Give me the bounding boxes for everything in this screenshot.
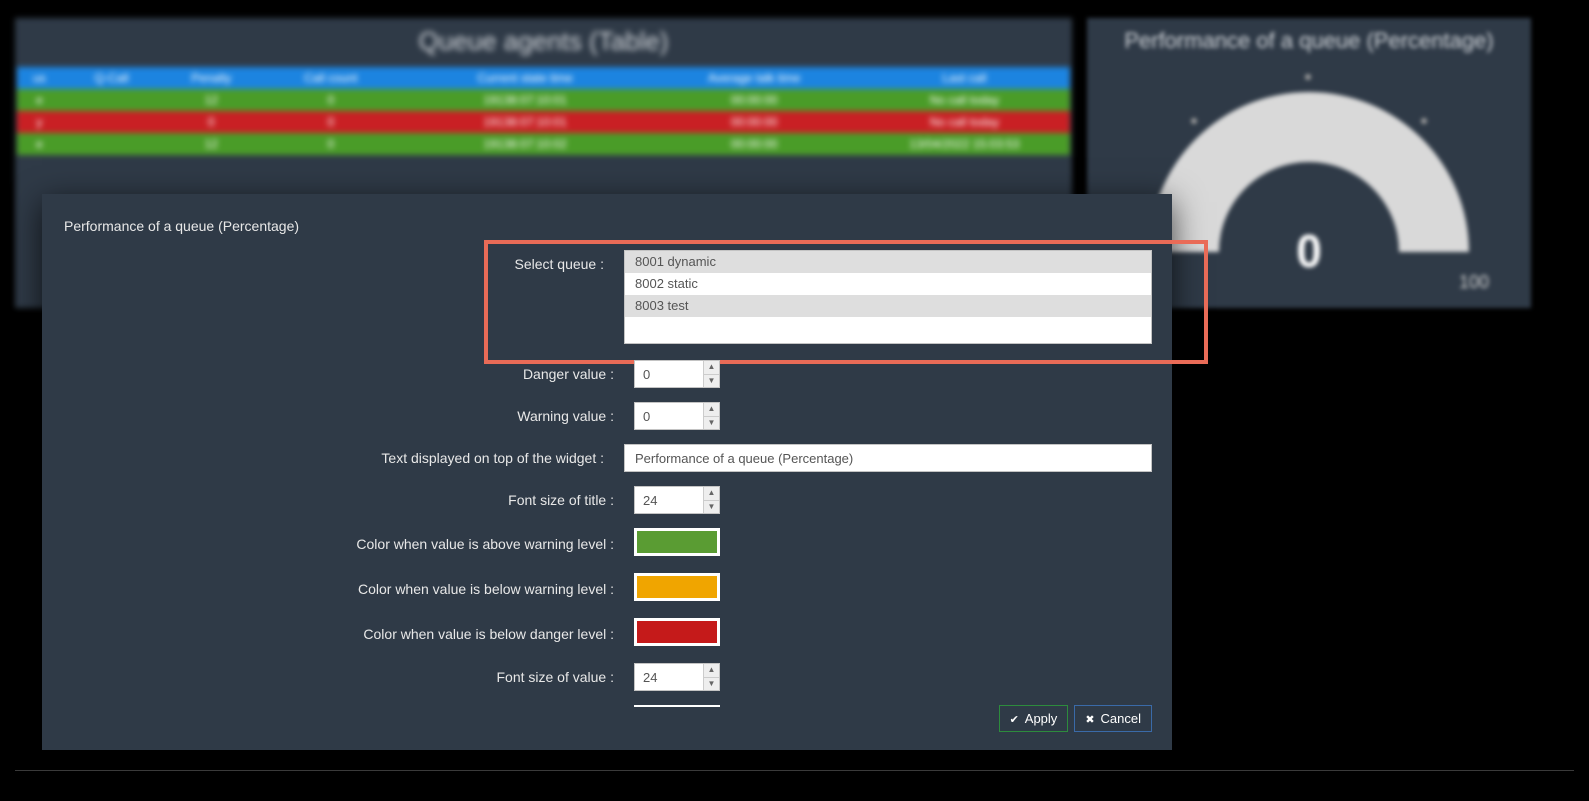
- color-below-warn-swatch[interactable]: [634, 573, 720, 601]
- queue-option[interactable]: 8001 dynamic: [625, 251, 1151, 273]
- gauge: 0 0 100: [1129, 72, 1489, 272]
- spin-down-icon[interactable]: ▼: [703, 501, 719, 514]
- queue-option[interactable]: 8002 static: [625, 273, 1151, 295]
- spinner: ▲ ▼: [703, 361, 719, 387]
- spinner: ▲ ▼: [703, 664, 719, 690]
- spin-up-icon[interactable]: ▲: [703, 403, 719, 417]
- spinner: ▲ ▼: [703, 487, 719, 513]
- color-below-danger-swatch[interactable]: [634, 618, 720, 646]
- select-queue-list[interactable]: 8001 dynamic8002 static8003 test: [624, 250, 1152, 344]
- select-queue-label: Select queue :: [62, 250, 624, 272]
- modal-footer: Apply Cancel: [999, 705, 1152, 732]
- table-header: us Q-Call Penalty Call count Current sta…: [17, 67, 1070, 89]
- page-divider: [15, 770, 1574, 771]
- table-row: y0019138:07:10:0100:00:00No call today: [17, 111, 1070, 133]
- danger-value-label: Danger value :: [62, 366, 634, 382]
- color-below-warn-label: Color when value is below warning level …: [62, 581, 634, 597]
- color-below-danger-label: Color when value is below danger level :: [62, 626, 634, 642]
- widget-title: Performance of a queue (Percentage): [1089, 20, 1529, 62]
- spin-up-icon[interactable]: ▲: [703, 487, 719, 501]
- close-icon: [1085, 711, 1094, 726]
- color-above-warn-swatch[interactable]: [634, 528, 720, 556]
- color-above-warn-label: Color when value is above warning level …: [62, 536, 634, 552]
- queue-option[interactable]: 8003 test: [625, 295, 1151, 317]
- modal-title: Performance of a queue (Percentage): [62, 218, 1152, 234]
- cancel-label: Cancel: [1101, 711, 1141, 726]
- warning-value-label: Warning value :: [62, 408, 634, 424]
- spin-up-icon[interactable]: ▲: [703, 361, 719, 375]
- check-icon: [1010, 711, 1019, 726]
- gauge-value: 0: [1129, 224, 1489, 278]
- spinner: ▲ ▼: [703, 403, 719, 429]
- widget-title: Queue agents (Table): [17, 20, 1070, 67]
- apply-button[interactable]: Apply: [999, 705, 1069, 732]
- spin-down-icon[interactable]: ▼: [703, 417, 719, 430]
- widget-settings-modal: Performance of a queue (Percentage) Sele…: [42, 194, 1172, 750]
- divider: [634, 705, 720, 707]
- widget-text-label: Text displayed on top of the widget :: [62, 450, 624, 466]
- title-font-label: Font size of title :: [62, 492, 634, 508]
- cancel-button[interactable]: Cancel: [1074, 705, 1152, 732]
- table-row: e12019138:07:10:0100:00:00No call today: [17, 89, 1070, 111]
- apply-label: Apply: [1025, 711, 1058, 726]
- gauge-max: 100: [1459, 272, 1489, 293]
- spin-down-icon[interactable]: ▼: [703, 375, 719, 388]
- widget-text-input[interactable]: [624, 444, 1152, 472]
- spin-down-icon[interactable]: ▼: [703, 678, 719, 691]
- value-font-label: Font size of value :: [62, 669, 634, 685]
- spin-up-icon[interactable]: ▲: [703, 664, 719, 678]
- table-row: e12019138:07:10:0200:00:0013/04/2022 15:…: [17, 133, 1070, 155]
